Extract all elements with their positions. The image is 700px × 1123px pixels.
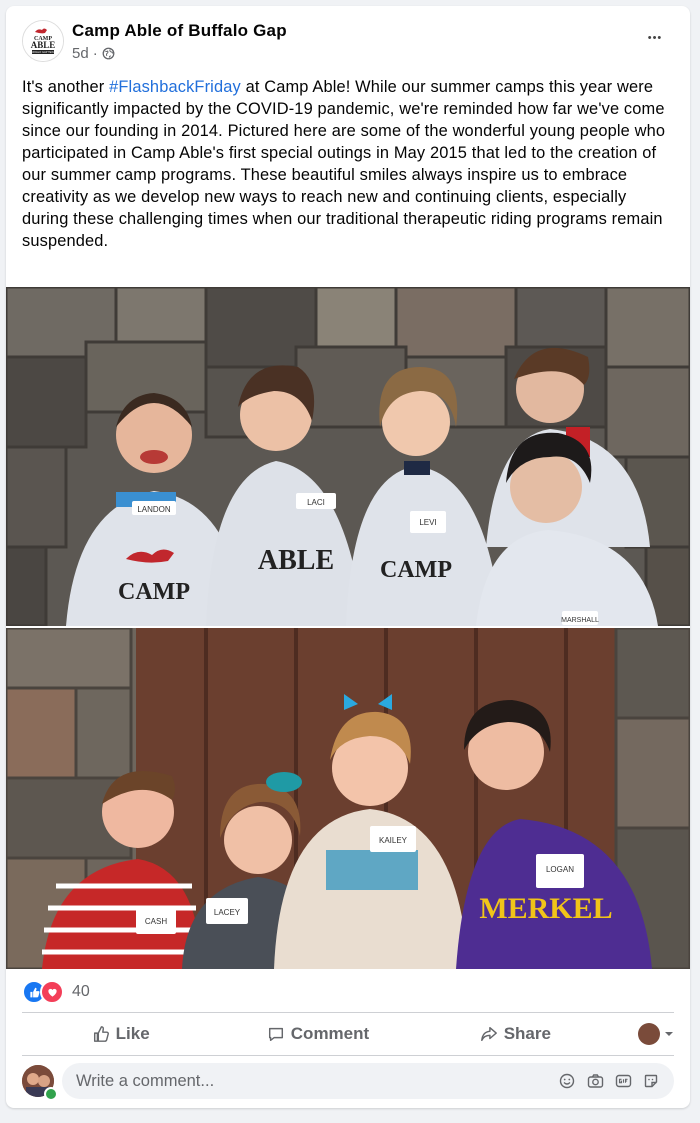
page-name[interactable]: Camp Able of Buffalo Gap [72, 21, 287, 41]
comment-box-icons [558, 1072, 674, 1090]
name-tag-laci: LACI [307, 498, 325, 507]
comment-composer [22, 1063, 674, 1101]
divider-bottom [22, 1055, 674, 1056]
reactions-summary[interactable]: 40 [22, 980, 90, 1004]
camera-icon[interactable] [586, 1072, 604, 1090]
name-tag-landon: LANDON [137, 505, 171, 514]
logo-able-text: ABLE [31, 40, 56, 50]
photo-2-image: CASH LACEY KAILEY MERKEL LOGAN [6, 628, 690, 969]
comment-input[interactable] [74, 1070, 558, 1092]
like-label: Like [115, 1024, 150, 1043]
comment-label: Comment [290, 1024, 370, 1043]
globe-icon[interactable] [102, 47, 115, 60]
post-photo-2[interactable]: CASH LACEY KAILEY MERKEL LOGAN [6, 628, 690, 969]
chevron-down-icon [664, 1032, 673, 1036]
page-avatar[interactable]: CAMP ABLE BUFFALO GAP TEXAS [22, 20, 64, 62]
post-as-selector[interactable] [614, 1023, 674, 1045]
logo-location-text: BUFFALO GAP TEXAS [29, 50, 56, 54]
reaction-count[interactable]: 40 [72, 983, 90, 1001]
post-text: It's another #FlashbackFriday at Camp Ab… [22, 76, 676, 252]
share-button[interactable]: Share [417, 1024, 614, 1044]
like-button[interactable]: Like [22, 1024, 219, 1044]
sticker-icon[interactable] [642, 1072, 660, 1090]
love-reaction-icon [40, 980, 64, 1004]
online-status-dot [44, 1087, 58, 1101]
gif-icon[interactable] [614, 1072, 632, 1090]
comment-button[interactable]: Comment [219, 1024, 416, 1044]
post-time[interactable]: 5d [72, 45, 89, 62]
name-tag-logan: LOGAN [546, 865, 574, 874]
camp-able-logo: CAMP ABLE BUFFALO GAP TEXAS [23, 21, 63, 61]
name-tag-lacey: LACEY [214, 908, 241, 917]
more-options-button[interactable]: ••• [640, 26, 670, 50]
name-tag-kailey: KAILEY [379, 836, 408, 845]
action-bar: Like Comment Share [22, 1014, 674, 1054]
post-card: CAMP ABLE BUFFALO GAP TEXAS Camp Able of… [6, 6, 690, 1108]
share-icon [480, 1026, 497, 1042]
post-meta: 5d · [72, 45, 115, 62]
comment-box[interactable] [62, 1063, 674, 1099]
comment-icon [268, 1027, 283, 1042]
post-text-body: at Camp Able! While our summer camps thi… [22, 78, 666, 250]
like-icon [93, 1026, 109, 1042]
hashtag-link[interactable]: #FlashbackFriday [109, 78, 241, 96]
divider-top [22, 1012, 674, 1013]
shirt-text-able-2: ABLE [258, 545, 334, 576]
name-tag-cash: CASH [145, 917, 167, 926]
meta-separator: · [92, 45, 98, 62]
emoji-icon[interactable] [558, 1072, 576, 1090]
more-icon: ••• [647, 32, 663, 44]
shirt-text-camp-3: CAMP [380, 557, 452, 583]
post-text-prefix: It's another [22, 78, 110, 96]
photo-1-image: CAMP LANDON LACI ABLE LEVI CAMP MARSHALL [6, 287, 690, 626]
post-as-avatar [637, 1023, 660, 1045]
shirt-text-merkel: MERKEL [479, 892, 612, 925]
post-header: CAMP ABLE BUFFALO GAP TEXAS Camp Able of… [22, 20, 674, 70]
shirt-text-camp-1: CAMP [118, 579, 190, 605]
post-photo-1[interactable]: CAMP LANDON LACI ABLE LEVI CAMP MARSHALL [6, 287, 690, 626]
name-tag-marshall: MARSHALL [561, 617, 599, 624]
share-label: Share [503, 1024, 551, 1043]
name-tag-levi: LEVI [419, 518, 436, 527]
